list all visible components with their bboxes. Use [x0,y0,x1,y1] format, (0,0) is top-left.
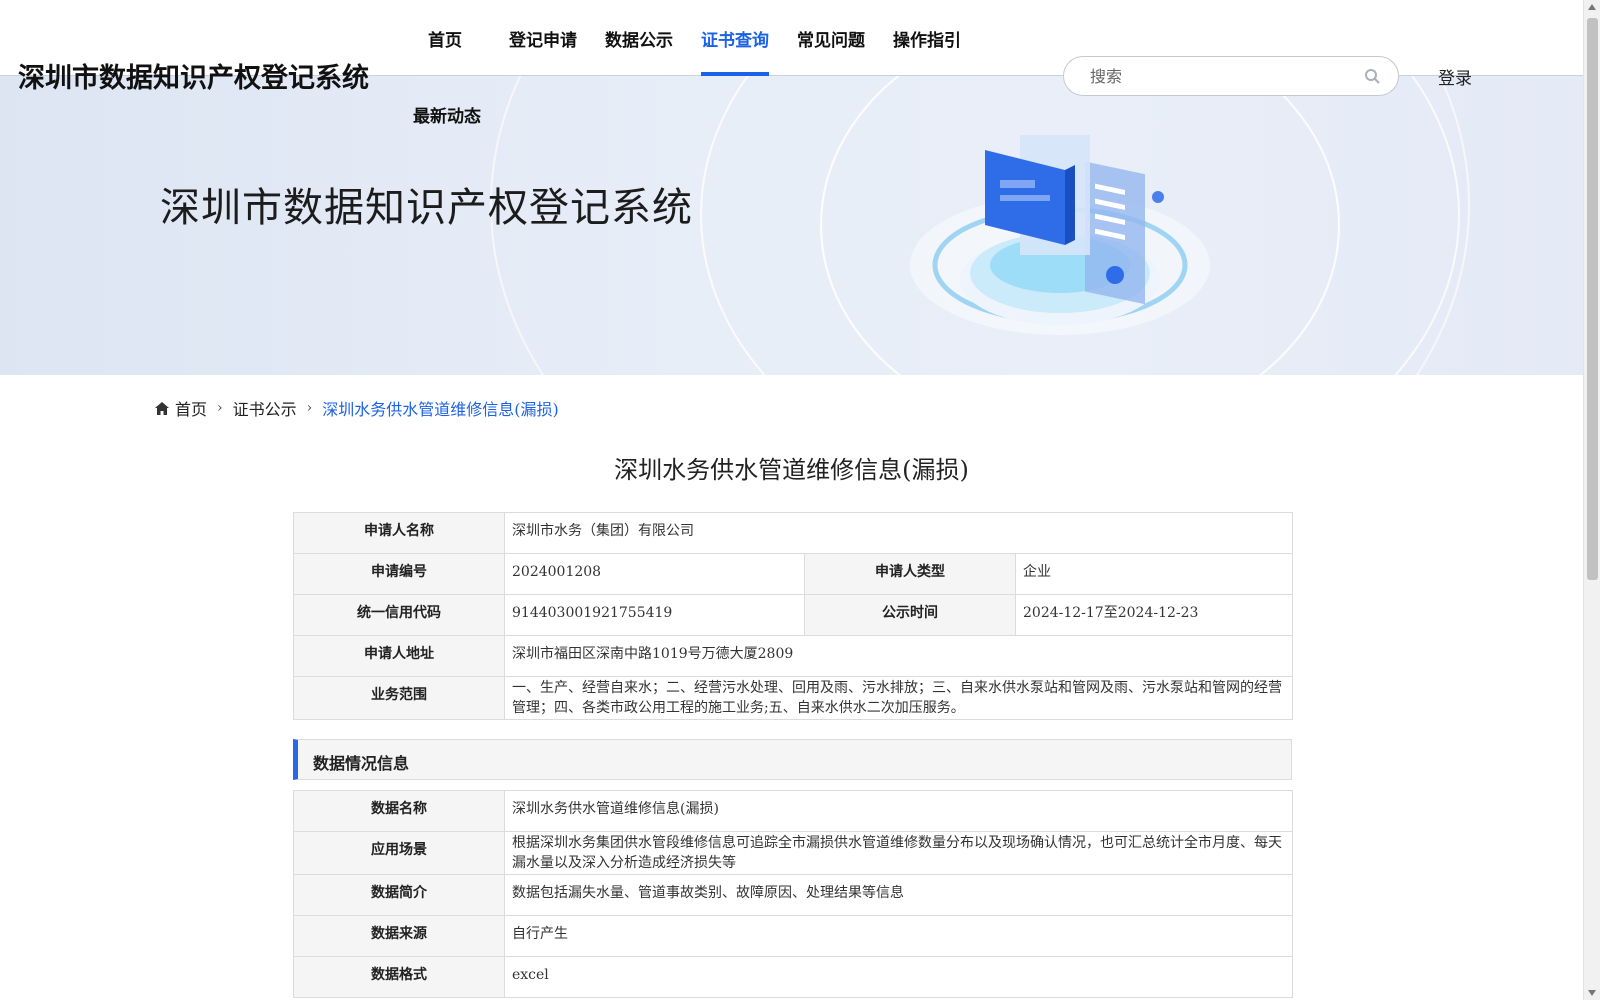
hero-title: 深圳市数据知识产权登记系统 [160,185,693,231]
table-row: 数据格式 excel [293,956,1293,998]
publicity-time-label: 公示时间 [804,594,1016,636]
scroll-down-arrow-icon[interactable] [1588,990,1596,996]
search-box [1063,56,1399,96]
data-name-label: 数据名称 [293,790,505,832]
business-scope-label: 业务范围 [293,676,505,720]
site-title: 深圳市数据知识产权登记系统 [18,63,369,94]
hero-illustration [910,135,1210,335]
application-no-value: 2024001208 [504,553,805,595]
hero-banner: 深圳市数据知识产权登记系统 [0,75,1583,375]
nav-latest-news[interactable]: 最新动态 [413,76,481,127]
breadcrumb-current: 深圳水务供水管道维修信息(漏损) [322,400,559,419]
publicity-time-value: 2024-12-17至2024-12-23 [1014,594,1294,636]
nav-guide[interactable]: 操作指引 [893,0,961,76]
applicant-type-label: 申请人类型 [804,553,1016,595]
applicant-info-table: 申请人名称 深圳市水务（集团）有限公司 申请编号 2024001208 申请人类… [293,512,1294,720]
main-nav: 首页 登记申请 数据公示 证书查询 常见问题 操作指引 最新动态 [0,0,1583,127]
data-source-value: 自行产生 [504,915,1293,957]
nav-register-apply[interactable]: 登记申请 [509,0,577,76]
data-format-value: excel [504,956,1293,998]
breadcrumb-certificate-publicity[interactable]: 证书公示 [233,396,297,420]
applicant-name-label: 申请人名称 [293,512,505,554]
application-scene-value: 根据深圳水务集团供水管段维修信息可追踪全市漏损供水管道维修数量分布以及现场确认情… [504,831,1293,875]
chevron-right-icon: › [306,400,313,416]
table-row: 业务范围 一、生产、经营自来水；二、经营污水处理、回用及雨、污水排放；三、自来水… [293,676,1294,720]
table-row: 申请编号 2024001208 申请人类型 企业 [293,553,1294,595]
breadcrumb: 首页 › 证书公示 › 深圳水务供水管道维修信息(漏损) [155,396,559,420]
application-no-label: 申请编号 [293,553,505,595]
data-intro-label: 数据简介 [293,874,505,916]
table-row: 统一信用代码 914403001921755419 公示时间 2024-12-1… [293,594,1294,636]
data-source-label: 数据来源 [293,915,505,957]
business-scope-value: 一、生产、经营自来水；二、经营污水处理、回用及雨、污水排放；三、自来水供水泵站和… [503,676,1294,720]
table-row: 应用场景 根据深圳水务集团供水管段维修信息可追踪全市漏损供水管道维修数量分布以及… [293,831,1293,875]
table-row: 申请人名称 深圳市水务（集团）有限公司 [293,512,1294,554]
login-link[interactable]: 登录 [1438,64,1472,89]
data-format-label: 数据格式 [293,956,505,998]
page-scrollbar[interactable] [1583,0,1600,1000]
table-row: 数据名称 深圳水务供水管道维修信息(漏损) [293,790,1293,832]
nav-faq[interactable]: 常见问题 [797,0,865,76]
application-scene-label: 应用场景 [293,831,505,875]
home-icon [155,401,169,415]
applicant-type-value: 企业 [1014,553,1294,595]
data-name-value: 深圳水务供水管道维修信息(漏损) [504,790,1293,832]
nav-home[interactable]: 首页 [428,0,462,76]
applicant-address-value: 深圳市福田区深南中路1019号万德大厦2809 [503,635,1294,677]
scrollbar-thumb[interactable] [1587,18,1598,580]
search-input[interactable] [1090,65,1350,87]
applicant-address-label: 申请人地址 [293,635,505,677]
page-title: 深圳水务供水管道维修信息(漏损) [614,456,969,484]
credit-code-value: 914403001921755419 [504,594,805,636]
data-intro-value: 数据包括漏失水量、管道事故类别、故障原因、处理结果等信息 [504,874,1293,916]
nav-data-publicity[interactable]: 数据公示 [605,0,673,76]
applicant-name-value: 深圳市水务（集团）有限公司 [503,512,1294,554]
breadcrumb-home[interactable]: 首页 [175,396,207,420]
data-info-section-heading: 数据情况信息 [293,739,1292,780]
data-info-table: 数据名称 深圳水务供水管道维修信息(漏损) 应用场景 根据深圳水务集团供水管段维… [293,790,1293,998]
table-row: 数据来源 自行产生 [293,915,1293,957]
scroll-up-arrow-icon[interactable] [1588,4,1596,10]
credit-code-label: 统一信用代码 [293,594,505,636]
table-row: 申请人地址 深圳市福田区深南中路1019号万德大厦2809 [293,635,1294,677]
nav-certificate-query[interactable]: 证书查询 [701,0,769,76]
table-row: 数据简介 数据包括漏失水量、管道事故类别、故障原因、处理结果等信息 [293,874,1293,916]
chevron-right-icon: › [217,400,223,416]
search-icon[interactable] [1364,68,1380,84]
